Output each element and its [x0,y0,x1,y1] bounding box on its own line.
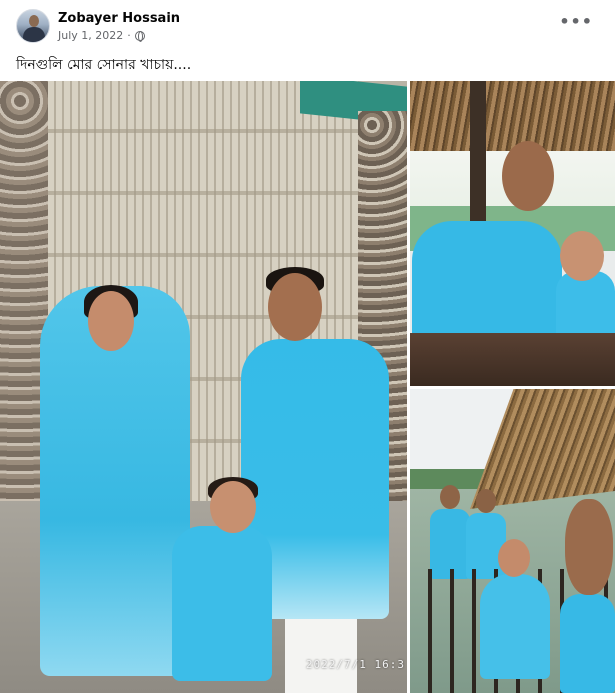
author-name[interactable]: Zobayer Hossain [58,11,180,26]
author-avatar[interactable] [16,9,50,43]
woman-face [88,291,134,351]
man-face [565,499,613,595]
man-face [268,273,322,341]
man-face [502,141,554,211]
photo-father-son-table[interactable] [410,81,615,386]
wooden-table [410,333,615,386]
child-face [210,481,256,533]
post-header: Zobayer Hossain July 1, 2022 · ••• [0,0,615,50]
avatar-head [29,15,39,27]
wooden-pole [470,81,486,231]
photo-timestamp: 2022/7/1 16:3 [305,658,405,671]
post-date[interactable]: July 1, 2022 [58,29,123,42]
man-figure [412,221,562,341]
globe-icon[interactable] [134,30,145,42]
avatar-body [23,27,45,42]
photo-family-standing[interactable]: 2022/7/1 16:3 [0,81,407,693]
child-figure [172,526,272,681]
man-pants [285,616,357,693]
woman-face [498,539,530,577]
post-caption: দিনগুলি মোর সোনার খাচায়.... [16,57,192,73]
photo-group-selfie[interactable] [410,389,615,693]
thatch-roof [410,81,615,151]
man-figure [560,594,615,693]
child-figure [556,271,615,341]
woman-figure [480,574,550,679]
person-2-face [476,489,496,513]
person-1-face [440,485,460,509]
post-meta: July 1, 2022 · [58,29,145,42]
child-face [560,231,604,281]
meta-separator: · [127,29,131,42]
more-options-button[interactable]: ••• [559,12,593,31]
